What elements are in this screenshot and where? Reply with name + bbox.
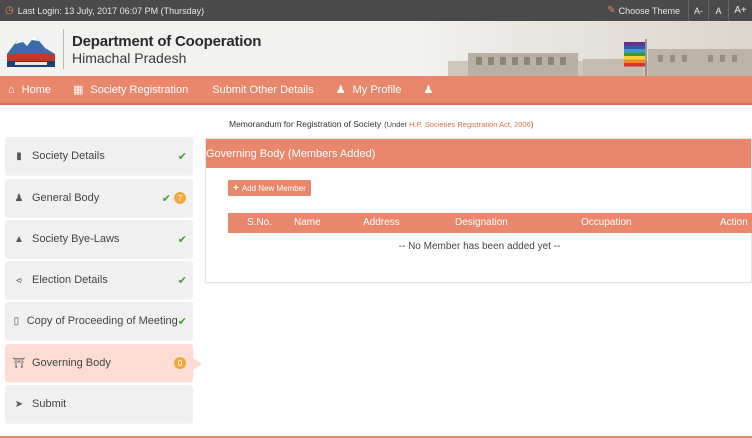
checkmark-icon: ✔: [161, 192, 171, 205]
sidebar-item-label: General Body: [32, 192, 100, 204]
sidebar-item-society-bye-laws[interactable]: ▲ Society Bye-Laws ✔: [5, 220, 193, 258]
sidebar-item-copy-of-proceeding[interactable]: ▯ Copy of Proceeding of Meeting ✔: [5, 302, 193, 340]
column-header-action: Action: [720, 217, 748, 228]
secretariat-building-image: [448, 39, 752, 76]
act-link[interactable]: H.P. Societies Registration Act, 2006: [409, 120, 531, 129]
act-prefix: (Under: [384, 120, 410, 129]
nav-submit-other-details[interactable]: Submit Other Details: [206, 76, 319, 103]
add-new-member-label: Add New Member: [241, 183, 306, 193]
sidebar-item-label: Governing Body: [32, 357, 111, 369]
choose-theme-label: Choose Theme: [618, 5, 680, 16]
count-badge: 7: [174, 192, 186, 204]
checkmark-icon: ✔: [177, 233, 187, 246]
nav-user-menu[interactable]: ♟: [418, 76, 447, 103]
empty-table-message: -- No Member has been added yet --: [398, 241, 561, 252]
document-icon: ▦: [73, 84, 84, 96]
sidebar-item-election-details[interactable]: ⪦ Election Details ✔: [5, 261, 193, 299]
nav-society-registration-label: Society Registration: [90, 83, 189, 96]
sidebar-item-submit[interactable]: ➤ Submit: [5, 385, 193, 423]
sidebar-item-label: Submit: [32, 398, 67, 410]
page-title: Memorandum for Registration of Society (U…: [229, 119, 533, 129]
site-header: Department of Cooperation Himachal Prade…: [0, 21, 752, 76]
font-normal-button[interactable]: A: [708, 0, 728, 21]
panel-title: Governing Body (Members Added): [206, 139, 751, 168]
book-icon: ▮: [16, 150, 22, 162]
user-icon: ♟: [335, 84, 346, 96]
nav-home-label: Home: [21, 83, 51, 96]
nav-society-registration[interactable]: ▦ Society Registration: [67, 76, 194, 103]
governing-body-panel: Governing Body (Members Added) + Add New…: [205, 138, 752, 283]
act-suffix: ): [530, 120, 534, 129]
nav-home[interactable]: ⌂ Home: [0, 76, 57, 103]
send-icon: ➤: [14, 398, 24, 410]
act-reference: (Under H.P. Societies Registration Act, …: [384, 120, 533, 129]
font-decrease-button[interactable]: A-: [688, 0, 708, 21]
sidebar-item-general-body[interactable]: ♟ General Body ✔ 7: [5, 179, 193, 217]
column-header-designation: Designation: [455, 217, 508, 228]
checkmark-icon: ✔: [177, 150, 187, 163]
members-table-header: S.No. Name Address Designation Occupatio…: [228, 213, 752, 233]
user-icon: ♟: [423, 84, 434, 96]
top-bar: ◷ Last Login: 13 July, 2017 06:07 PM (Th…: [0, 0, 752, 21]
share-icon: ⪦: [16, 274, 22, 286]
nav-my-profile-label: My Profile: [352, 83, 402, 96]
organization-title: Department of Cooperation Himachal Prade…: [72, 33, 261, 66]
checkmark-icon: ✔: [177, 274, 187, 287]
sidebar-item-label: Election Details: [32, 274, 108, 286]
department-name: Department of Cooperation: [72, 33, 262, 50]
sidebar-item-society-details[interactable]: ▮ Society Details ✔: [5, 137, 193, 175]
home-icon: ⌂: [8, 83, 15, 96]
sidebar-item-governing-body[interactable]: ⛩ Governing Body 0: [5, 344, 202, 382]
sidebar-item-label: Society Details: [32, 150, 105, 162]
state-name: Himachal Pradesh: [72, 50, 187, 66]
header-divider: [63, 29, 64, 69]
choose-theme-button[interactable]: ✎ Choose Theme: [607, 0, 688, 21]
users-icon: ♟: [14, 192, 24, 204]
main-navigation: ⌂ Home ▦ Society Registration Submit Oth…: [0, 76, 752, 105]
column-header-name: Name: [294, 217, 321, 228]
memo-title: Memorandum for Registration of Society: [229, 119, 382, 129]
clock-icon: ◷: [5, 5, 14, 16]
column-header-occupation: Occupation: [581, 217, 632, 228]
font-increase-button[interactable]: A+: [728, 0, 752, 21]
state-emblem-logo: [7, 36, 55, 67]
nav-my-profile[interactable]: ♟ My Profile: [330, 76, 408, 103]
graduation-cap-icon: ▲: [14, 233, 24, 245]
column-header-sno: S.No.: [247, 217, 273, 228]
last-login-info: ◷ Last Login: 13 July, 2017 06:07 PM (Th…: [0, 5, 607, 16]
pencil-icon: ✎: [607, 5, 616, 16]
count-badge: 0: [174, 357, 186, 369]
add-new-member-button[interactable]: + Add New Member: [228, 180, 311, 196]
column-header-address: Address: [363, 217, 400, 228]
sidebar-item-label: Society Bye-Laws: [32, 233, 120, 245]
nav-submit-other-details-label: Submit Other Details: [212, 83, 314, 96]
institution-icon: ⛩: [12, 357, 26, 369]
checkmark-icon: ✔: [177, 315, 187, 328]
last-login-text: Last Login: 13 July, 2017 06:07 PM (Thur…: [17, 5, 205, 16]
sidebar-item-label: Copy of Proceeding of Meeting: [26, 315, 178, 327]
plus-icon: +: [233, 182, 239, 194]
file-icon: ▯: [13, 315, 20, 327]
